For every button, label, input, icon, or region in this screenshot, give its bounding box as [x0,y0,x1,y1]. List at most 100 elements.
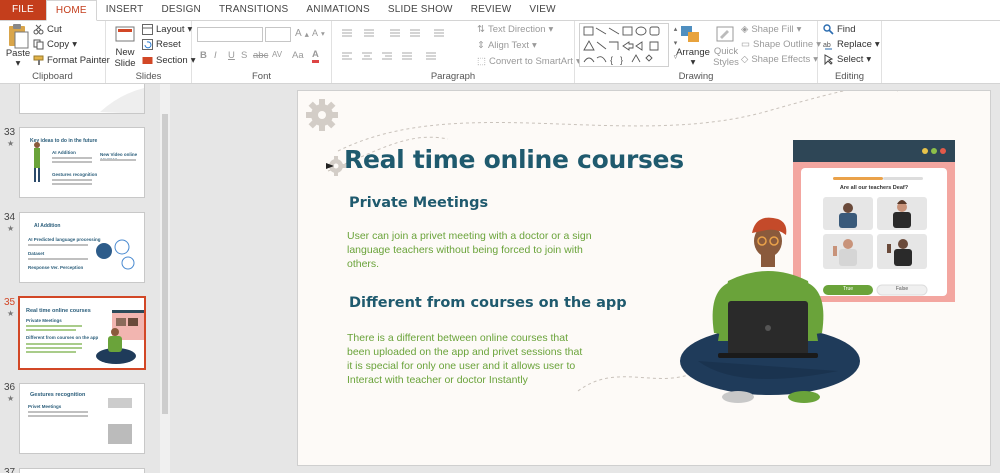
bold-button[interactable]: B [200,50,207,61]
align-buttons[interactable] [340,51,470,63]
replace-label: Replace [837,39,872,50]
svg-text:}: } [620,55,623,65]
copy-button[interactable]: Copy ▾ [33,39,77,50]
paste-dropdown-icon[interactable]: ▾ [4,58,32,69]
slide-thumbnail-34[interactable]: AI Addition AI Predicted language proces… [19,212,145,283]
tab-view[interactable]: VIEW [520,0,564,20]
font-name-input[interactable] [197,27,263,42]
shape-fill-button[interactable]: ◈ Shape Fill ▾ [741,24,801,35]
align-text-button[interactable]: ⇕ Align Text ▾ [477,40,537,51]
editing-group: Find ab Replace ▾ Select ▾ Editing [818,21,882,83]
change-case-button[interactable]: Aa [292,50,304,61]
tab-file[interactable]: FILE [0,0,46,20]
quick-styles-icon[interactable] [715,24,737,46]
tab-review[interactable]: REVIEW [462,0,521,20]
format-painter-label: Format Painter [47,55,110,66]
cut-button[interactable]: Cut [33,24,62,35]
screen-false-button[interactable]: False [877,286,927,292]
thumbnails-scrollbar[interactable] [160,84,170,473]
replace-dropdown-icon: ▾ [874,39,880,50]
list-buttons[interactable] [340,27,470,39]
slide-title[interactable]: Real time online courses [344,145,684,174]
thumb-text-line [52,157,92,159]
select-dropdown-icon: ▾ [866,54,872,65]
font-color-button[interactable]: A [312,49,319,63]
find-button[interactable]: Find [823,24,855,35]
new-slide-button[interactable]: New Slide [108,47,142,69]
shape-effects-label: Shape Effects [751,54,811,65]
select-button[interactable]: Select ▾ [823,54,872,66]
shape-fill-dropdown-icon: ▾ [796,24,802,35]
format-painter-icon [33,55,44,66]
slide-thumbnail-37[interactable] [19,468,145,473]
ribbon-tabs: FILE HOME INSERT DESIGN TRANSITIONS ANIM… [0,0,1000,21]
quick-styles-button[interactable]: Quick Styles [711,46,741,68]
arrange-dropdown-icon[interactable]: ▾ [675,57,711,68]
section-button[interactable]: Section ▾ [142,55,195,66]
drawing-group: {} ▴ ▾ ▿ Arrange ▾ Quick Styles ◈ Shape Fil… [575,21,821,83]
font-size-input[interactable] [265,27,291,42]
cut-label: Cut [47,24,62,35]
reset-button[interactable]: Reset [142,39,181,50]
slide-thumbnail-36[interactable]: Gestures recognition Privet Meetings [19,383,145,454]
layout-icon [142,24,153,35]
shape-effects-icon: ◇ [741,54,749,65]
drawing-label: Drawing [678,71,714,82]
person-with-laptop-illustration[interactable] [678,211,878,411]
animation-star-icon: ★ [7,139,15,148]
screen-question: Are all our teachers Deaf? [839,185,909,191]
layout-button[interactable]: Layout ▾ [142,24,192,35]
tab-slide-show[interactable]: SLIDE SHOW [379,0,462,20]
new-slide-icon[interactable] [114,25,136,45]
animation-star-icon: ★ [7,309,15,318]
slide-number-35: 35 [4,297,16,308]
paragraph-group: ⇅ Text Direction ▾ ⇕ Align Text ▾ ⬚ Convert t… [332,21,581,83]
select-icon [823,54,834,66]
shape-outline-button[interactable]: ▭ Shape Outline ▾ [741,39,821,50]
slide-canvas[interactable]: Real time online courses Private Meeting… [298,91,990,465]
strikethrough-button[interactable]: abc [253,50,268,61]
paste-icon[interactable] [6,23,30,51]
slide-thumbnail-32[interactable] [19,84,145,114]
svg-text:{: { [610,55,613,65]
reset-label: Reset [156,39,181,50]
text-direction-button[interactable]: ⇅ Text Direction ▾ [477,24,553,35]
text-direction-dropdown-icon: ▾ [548,24,554,35]
format-painter-button[interactable]: Format Painter [33,55,110,66]
paragraph-different-courses[interactable]: There is a different between online cour… [347,331,587,387]
shadow-button[interactable]: S [241,50,247,61]
slide-number-34: 34 [4,212,16,223]
replace-button[interactable]: ab Replace ▾ [823,39,880,50]
tab-home[interactable]: HOME [45,0,97,21]
find-icon [823,24,834,35]
heading-private-meetings[interactable]: Private Meetings [349,195,488,211]
align-text-label: Align Text [487,40,529,51]
slides-label: Slides [135,71,162,82]
find-label: Find [837,24,856,35]
scrollbar-thumb[interactable] [162,114,168,414]
text-direction-label: Text Direction [487,24,546,35]
copy-dropdown-icon[interactable]: ▾ [72,39,77,50]
slide-thumbnail-35[interactable]: Real time online courses Private Meeting… [18,296,146,370]
shape-outline-label: Shape Outline [752,39,814,50]
tab-design[interactable]: DESIGN [152,0,210,20]
shapes-gallery[interactable]: {} [579,23,669,67]
paragraph-private-meetings[interactable]: User can join a privet meeting with a do… [347,229,595,271]
underline-button[interactable]: U [228,50,235,61]
slides-group: New Slide Layout ▾ Reset Section ▾ Slides [106,21,195,83]
italic-button[interactable]: I [214,50,217,61]
slide-thumbnail-33[interactable]: Key ideas to do in the future AI Additio… [19,127,145,198]
heading-different-courses[interactable]: Different from courses on the app [349,295,627,311]
shrink-font-button[interactable]: A ▾ [312,28,325,38]
thumb-text-line [52,161,92,163]
arrange-icon[interactable] [679,24,705,46]
convert-smartart-button[interactable]: ⬚Convert to SmartArt▾ [477,56,581,67]
shape-effects-button[interactable]: ◇ Shape Effects ▾ [741,54,818,65]
tab-animations[interactable]: ANIMATIONS [297,0,378,20]
thumb-33-item-2: New Video online courses [100,152,138,162]
tab-transitions[interactable]: TRANSITIONS [210,0,297,20]
shape-fill-icon: ◈ [741,24,749,35]
char-spacing-button[interactable]: AV [272,50,282,59]
grow-font-button[interactable]: A ▴ [295,28,309,39]
tab-insert[interactable]: INSERT [97,0,153,20]
